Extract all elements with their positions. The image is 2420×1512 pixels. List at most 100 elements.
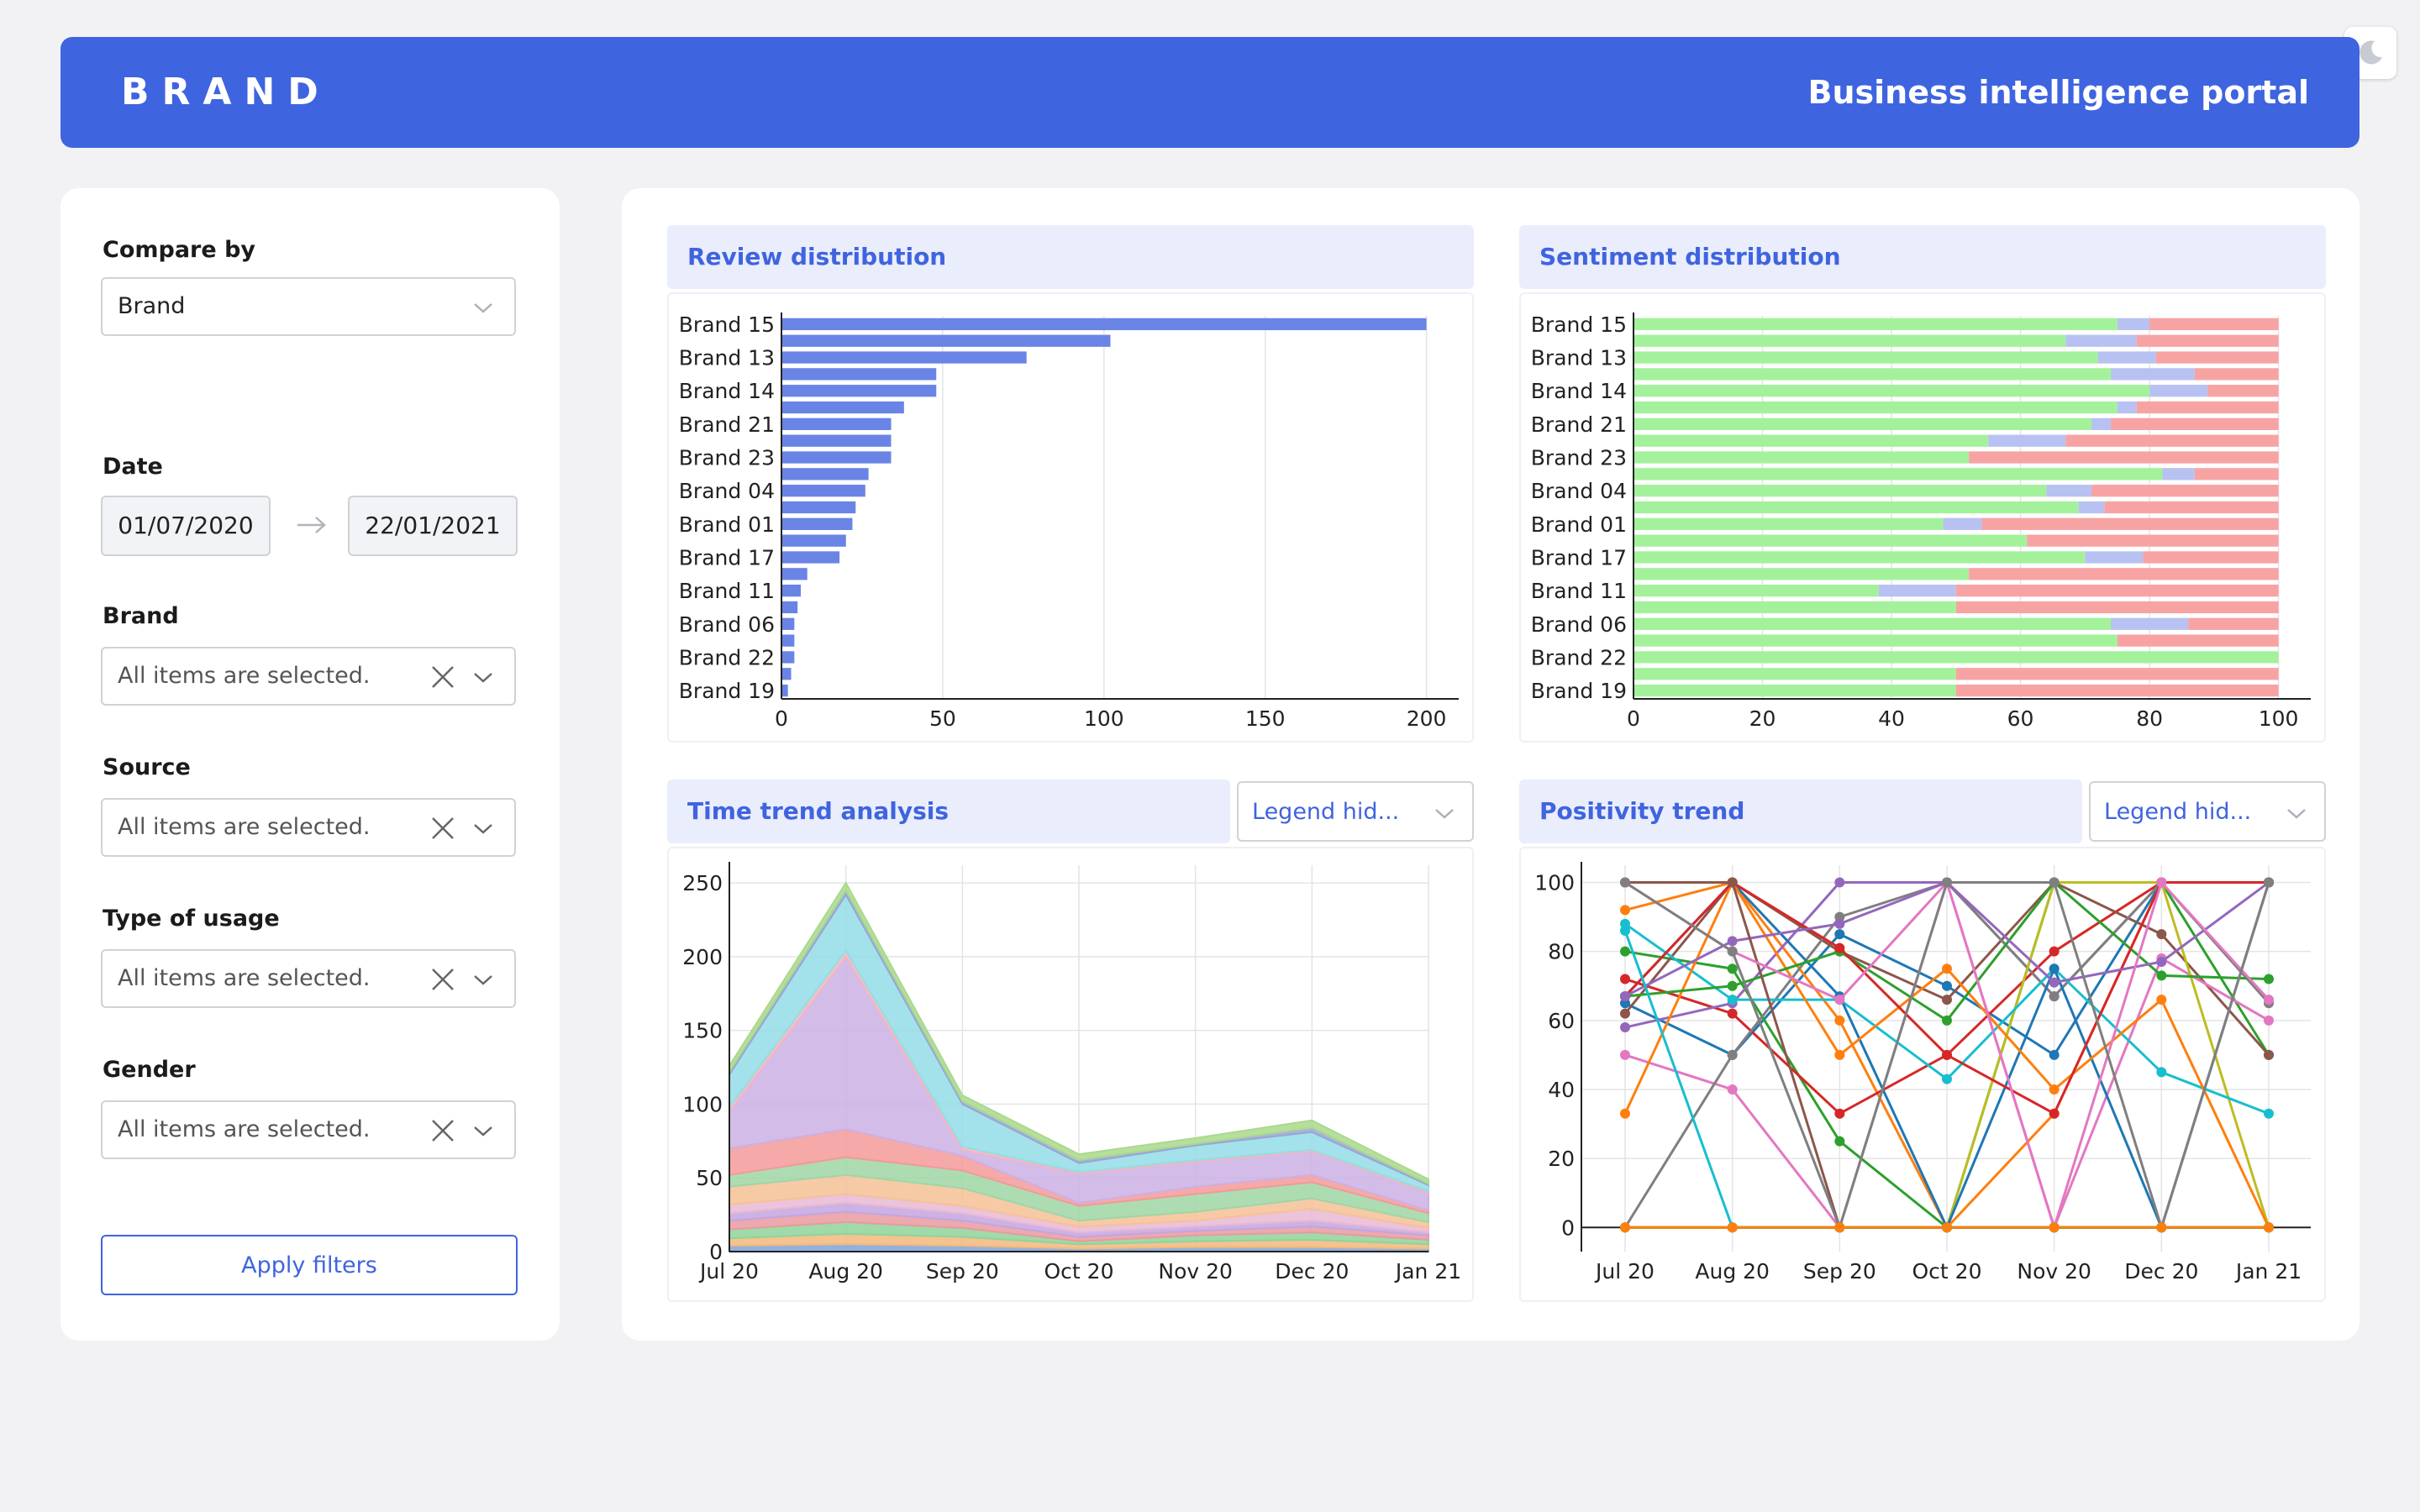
bar-segment-negative xyxy=(2188,617,2279,630)
bar-segment-negative xyxy=(2091,485,2279,497)
sentiment-distribution-chart: 0 20 40 60 80 100 Brand 15 Brand 13 Brand 14 Bran… xyxy=(1519,292,2326,743)
end-date-input[interactable]: 22/01/2021 xyxy=(348,496,518,556)
bar-segment-negative xyxy=(2194,368,2279,381)
line-point xyxy=(2264,1015,2274,1026)
y-tick-label: 250 xyxy=(682,871,723,895)
line-point xyxy=(1727,995,1738,1005)
positivity-legend-select[interactable]: Legend hid... xyxy=(2089,781,2326,842)
source-select[interactable]: All items are selected. xyxy=(101,798,516,857)
gender-select-value: All items are selected. xyxy=(118,1116,371,1142)
bar-segment-positive xyxy=(1634,417,2092,431)
line-point xyxy=(1727,1008,1738,1019)
sentiment-distribution-header: Sentiment distribution xyxy=(1519,225,2326,289)
line-point xyxy=(2156,1222,2167,1233)
line-point xyxy=(1620,1008,1630,1019)
y-tick-label: Brand 06 xyxy=(679,612,775,637)
gender-select[interactable]: All items are selected. xyxy=(101,1100,516,1159)
clear-icon[interactable] xyxy=(430,816,455,841)
line-point xyxy=(2049,1084,2060,1095)
bar xyxy=(781,534,846,547)
line-point xyxy=(2264,1108,2274,1119)
line-point xyxy=(1834,1108,1845,1119)
bar-segment-neutral xyxy=(1878,584,1956,597)
bar xyxy=(781,517,853,530)
brand-select[interactable]: All items are selected. xyxy=(101,647,516,706)
positivity-trend-svg: 0 20 40 60 80 100 Jul 20 Aug 20 Sep 20 Oct 20 Nov … xyxy=(1534,862,2311,1284)
brand-logo: BRAND xyxy=(121,71,331,113)
source-label: Source xyxy=(103,754,191,780)
line-point xyxy=(2049,946,2060,957)
bar-segment-negative xyxy=(1955,584,2279,597)
y-tick-label: Brand 17 xyxy=(1531,545,1627,570)
x-tick-label: Nov 20 xyxy=(1158,1259,1233,1284)
y-tick-label: 100 xyxy=(1534,871,1575,895)
bar-segment-neutral xyxy=(2111,617,2189,630)
bar xyxy=(781,334,1111,347)
line-point xyxy=(2049,963,2060,974)
bar xyxy=(781,551,840,564)
y-tick-label: Brand 14 xyxy=(679,379,775,403)
bar xyxy=(781,651,795,664)
line-point xyxy=(2049,1222,2060,1233)
review-distribution-title: Review distribution xyxy=(687,243,947,270)
bar-segment-positive xyxy=(1634,385,2150,397)
compare-by-select[interactable]: Brand xyxy=(101,277,516,336)
x-tick-label: 20 xyxy=(1749,706,1776,731)
bar-segment-positive xyxy=(1634,351,2098,364)
apply-filters-button[interactable]: Apply filters xyxy=(101,1235,518,1295)
bar-segment-neutral xyxy=(2091,417,2112,431)
y-tick-label: Brand 15 xyxy=(1531,312,1627,337)
bar-segment-positive xyxy=(1634,501,2079,514)
x-tick-label: Sep 20 xyxy=(926,1259,999,1284)
line-point xyxy=(2264,974,2274,984)
line-point xyxy=(1727,936,1738,947)
brand-select-value: All items are selected. xyxy=(118,663,371,689)
y-tick-label: Brand 01 xyxy=(1531,512,1627,537)
chevron-down-icon xyxy=(474,824,492,834)
line-point xyxy=(1620,1049,1630,1060)
line-point xyxy=(2049,991,2060,1002)
filter-sidebar: Compare by Brand Date 01/07/2020 22/01/2… xyxy=(60,188,560,1341)
line-point xyxy=(2049,1108,2060,1119)
y-tick-label: Brand 01 xyxy=(679,512,775,537)
bar-segment-neutral xyxy=(2117,401,2137,414)
usage-select[interactable]: All items are selected. xyxy=(101,949,516,1008)
positivity-trend-header: Positivity trend xyxy=(1519,780,2082,843)
line-point xyxy=(1727,877,1738,888)
line-point xyxy=(1727,1049,1738,1060)
bar xyxy=(781,417,892,431)
line-point xyxy=(1727,1222,1738,1233)
clear-icon[interactable] xyxy=(430,664,455,690)
bar-segment-positive xyxy=(1634,601,1956,614)
clear-icon[interactable] xyxy=(430,1118,455,1143)
line-point xyxy=(2156,1067,2167,1078)
x-tick-label: Aug 20 xyxy=(1695,1259,1770,1284)
x-tick-label: Dec 20 xyxy=(1275,1259,1349,1284)
bar-segment-negative xyxy=(2136,401,2279,414)
line-point xyxy=(2156,957,2167,967)
line-point xyxy=(1727,946,1738,957)
y-tick-label: Brand 13 xyxy=(679,346,775,370)
y-tick-label: 200 xyxy=(682,945,723,969)
bar-segment-positive xyxy=(1634,434,1989,447)
start-date-input[interactable]: 01/07/2020 xyxy=(101,496,271,556)
sentiment-distribution-svg: 0 20 40 60 80 100 Brand 15 Brand 13 Brand 14 Bran… xyxy=(1531,312,2311,731)
y-tick-label: Brand 13 xyxy=(1531,346,1627,370)
chevron-down-icon xyxy=(474,673,492,683)
clear-icon[interactable] xyxy=(430,967,455,992)
line-point xyxy=(2156,970,2167,981)
x-tick-label: Jul 20 xyxy=(1594,1259,1655,1284)
line-point xyxy=(1942,877,1952,888)
x-tick-label: Jan 21 xyxy=(2234,1259,2302,1284)
bar-segment-positive xyxy=(1634,634,2118,647)
line-point xyxy=(2049,877,2060,888)
brand-label: Brand xyxy=(103,603,179,629)
time-trend-legend-select[interactable]: Legend hid... xyxy=(1237,781,1474,842)
bar-segment-neutral xyxy=(2111,368,2195,381)
bar-segment-positive xyxy=(1634,551,2086,564)
line-point xyxy=(2049,1049,2060,1060)
positivity-trend-title: Positivity trend xyxy=(1539,797,1745,825)
line-point xyxy=(1620,991,1630,1002)
line-point xyxy=(1834,942,1845,953)
y-tick-label: Brand 23 xyxy=(679,446,775,470)
